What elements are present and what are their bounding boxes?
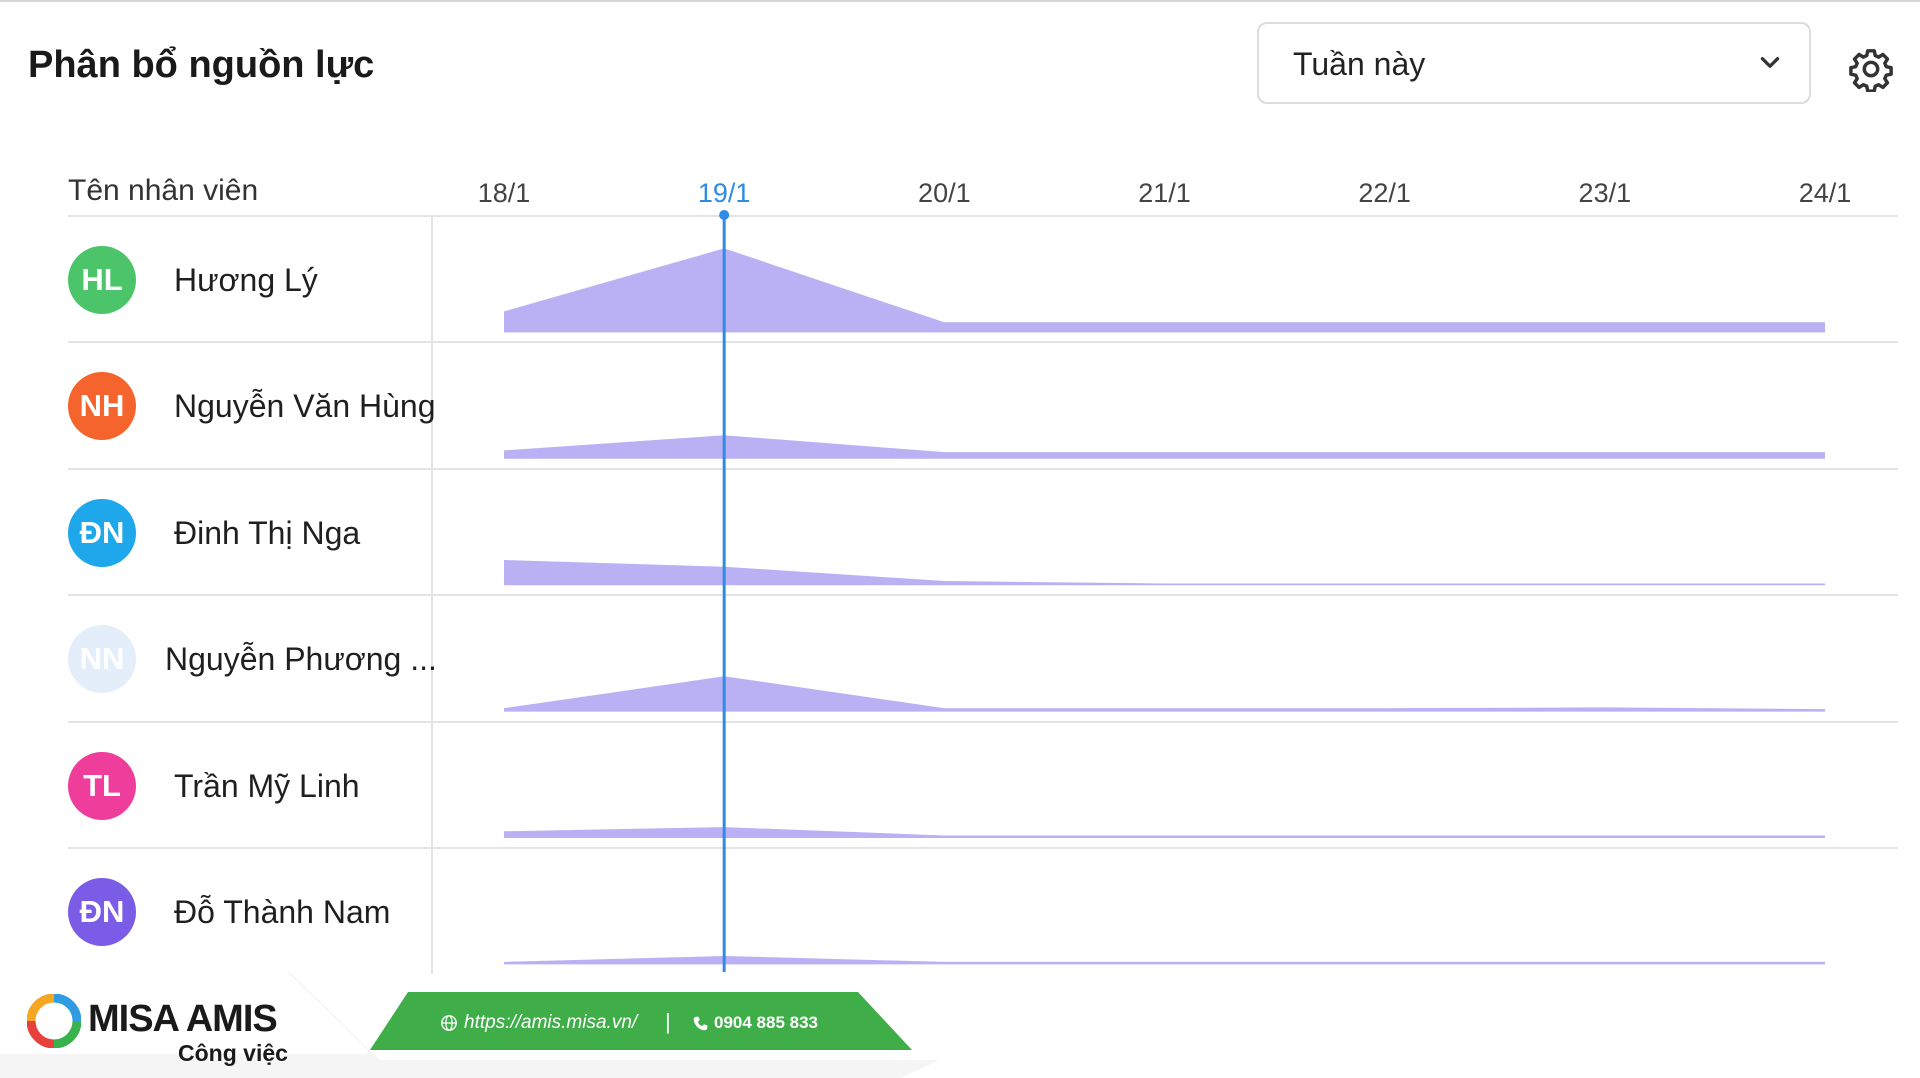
employee-row[interactable]: ĐN Đinh Thị Nga <box>68 469 432 595</box>
chevron-down-icon <box>1760 57 1780 68</box>
avatar: HL <box>68 246 136 314</box>
avatar: NN <box>68 625 136 694</box>
avatar: TL <box>68 751 136 820</box>
employee-name-column-header: Tên nhân viên <box>68 174 259 207</box>
avatar: ĐN <box>68 878 136 946</box>
employee-name: Nguyễn Văn Hùng <box>174 388 436 425</box>
period-select-value: Tuần này <box>1293 46 1426 82</box>
website-link[interactable]: https://amis.misa.vn/ <box>464 1012 637 1034</box>
date-label: 22/1 <box>1358 178 1411 208</box>
phone-icon <box>693 1016 708 1031</box>
gear-icon[interactable] <box>1848 46 1894 92</box>
avatar: NH <box>68 372 136 441</box>
employee-row[interactable]: NH Nguyễn Văn Hùng <box>68 342 436 468</box>
employee-name: Trần Mỹ Linh <box>174 767 360 804</box>
allocation-area <box>504 248 1825 333</box>
hotline-link[interactable]: 0904 885 833 <box>714 1013 818 1033</box>
employee-name: Nguyễn Phương ... <box>165 641 437 678</box>
employee-row[interactable]: TL Trần Mỹ Linh <box>68 722 432 848</box>
date-label: 20/1 <box>918 178 971 208</box>
brand-name: MISA AMIS <box>88 998 278 1040</box>
allocation-area <box>504 560 1825 586</box>
employee-row[interactable]: ĐN Đỗ Thành Nam <box>68 848 432 974</box>
allocation-area <box>504 827 1825 838</box>
page-title: Phân bổ nguồn lực <box>28 44 375 86</box>
product-name: Công việc <box>178 1040 288 1066</box>
date-label: 21/1 <box>1138 178 1191 208</box>
misa-logo-icon <box>27 994 81 1048</box>
employee-name: Đỗ Thành Nam <box>174 894 391 930</box>
date-label: 23/1 <box>1578 178 1632 208</box>
employee-name: Hương Lý <box>174 262 318 298</box>
date-label: 18/1 <box>477 178 531 208</box>
footer-banner <box>0 970 1920 1078</box>
avatar: ĐN <box>68 498 136 567</box>
period-select[interactable]: Tuần này <box>1257 22 1811 104</box>
employee-row[interactable]: NN Nguyễn Phương ... <box>68 595 437 721</box>
allocation-area <box>504 435 1825 459</box>
date-label: 19/1 <box>697 178 751 208</box>
date-label: 24/1 <box>1798 178 1852 208</box>
employee-row[interactable]: HL Hương Lý <box>68 216 432 342</box>
globe-icon <box>441 1015 457 1031</box>
top-border <box>0 0 1920 2</box>
allocation-area <box>504 676 1825 712</box>
employee-name: Đinh Thị Nga <box>174 514 361 551</box>
footer-separator: | <box>665 1009 671 1034</box>
